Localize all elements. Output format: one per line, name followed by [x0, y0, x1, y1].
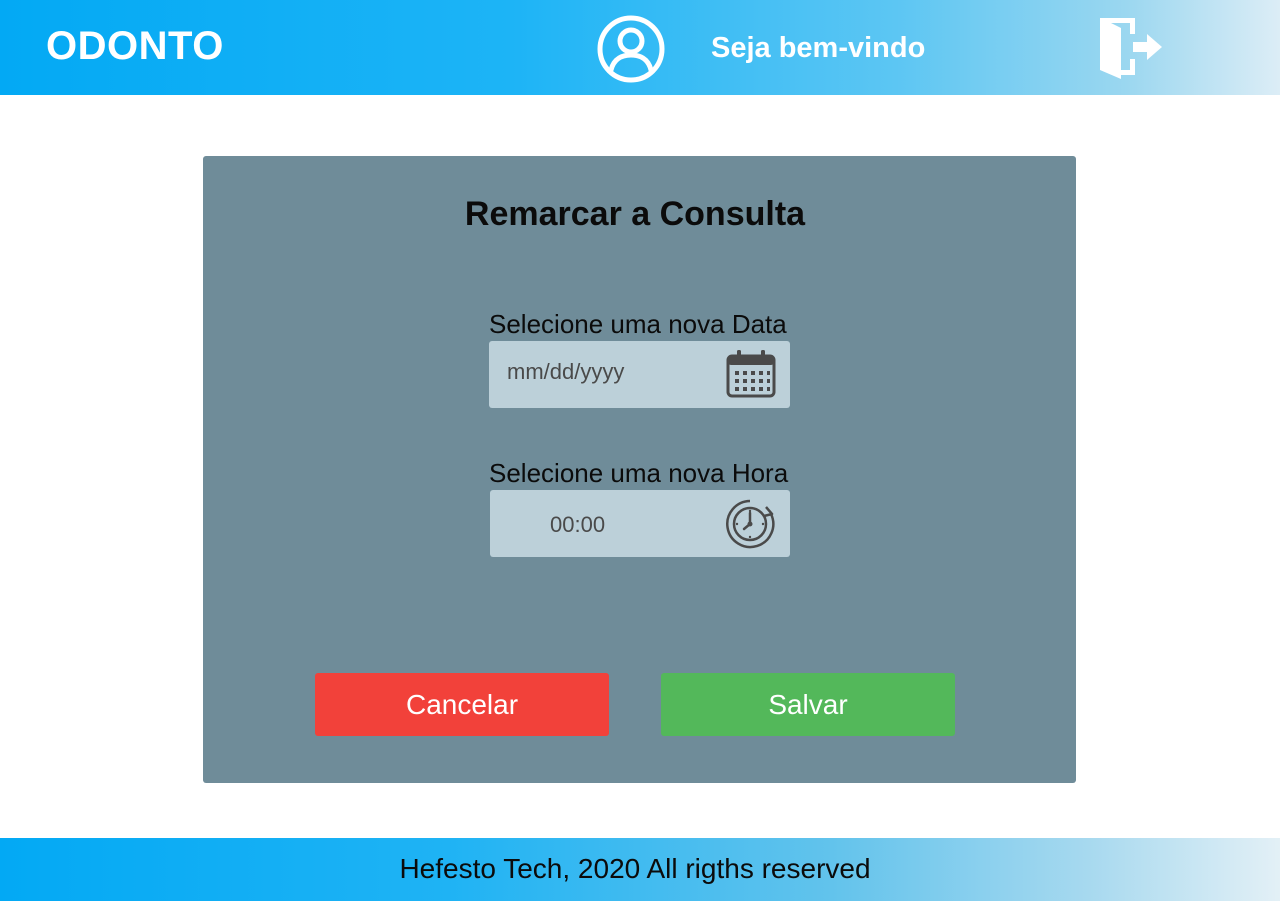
date-placeholder: mm/dd/yyyy — [507, 359, 625, 384]
date-input[interactable]: mm/dd/yyyy — [489, 341, 790, 408]
user-circle-icon — [597, 15, 665, 83]
page-title: Remarcar a Consulta — [464, 195, 806, 233]
time-label: Selecione uma nova Hora — [489, 458, 789, 488]
time-input[interactable]: 00:00 — [490, 490, 790, 557]
save-button[interactable]: Salvar — [661, 673, 955, 736]
clock-icon[interactable] — [724, 498, 776, 550]
welcome-text: Seja bem-vindo — [711, 32, 926, 64]
date-label: Selecione uma nova Data — [489, 309, 787, 339]
brand-logo-text: ODONTO — [46, 24, 224, 68]
footer-copyright: Hefesto Tech, 2020 All rigths reserved — [399, 853, 871, 884]
page-footer: Hefesto Tech, 2020 All rigths reserved — [0, 838, 1280, 901]
calendar-icon[interactable] — [725, 348, 777, 400]
logout-icon[interactable] — [1097, 14, 1165, 80]
cancel-button[interactable]: Cancelar — [315, 673, 609, 736]
time-value: 00:00 — [550, 512, 606, 537]
top-header: ODONTO Seja bem-vindo — [0, 0, 1280, 95]
